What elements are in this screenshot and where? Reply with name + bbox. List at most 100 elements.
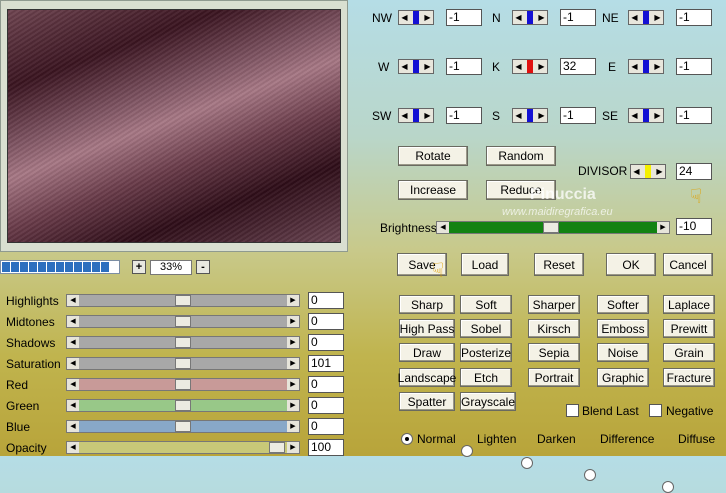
- random-button[interactable]: Random: [486, 146, 556, 166]
- filter-kirsch-button[interactable]: Kirsch: [528, 319, 580, 338]
- arrow-right-icon[interactable]: ▶: [422, 109, 433, 122]
- saturation-field[interactable]: 101: [308, 355, 344, 372]
- arrow-right-icon[interactable]: ▶: [287, 421, 299, 432]
- arrow-right-icon[interactable]: ▶: [287, 358, 299, 369]
- spinner-thumb[interactable]: [643, 60, 649, 73]
- spinner-thumb[interactable]: [527, 11, 533, 24]
- filter-high-pass-button[interactable]: High Pass: [399, 319, 455, 338]
- filter-laplace-button[interactable]: Laplace: [663, 295, 715, 314]
- kernel-spinner-se[interactable]: ◀ ▶: [628, 108, 664, 123]
- arrow-right-icon[interactable]: ▶: [287, 379, 299, 390]
- cancel-button[interactable]: Cancel: [663, 253, 713, 276]
- kernel-field-se[interactable]: -1: [676, 107, 712, 124]
- slider-knob[interactable]: [175, 295, 191, 306]
- filter-sharp-button[interactable]: Sharp: [399, 295, 455, 314]
- filter-portrait-button[interactable]: Portrait: [528, 368, 580, 387]
- saturation-slider[interactable]: ◀ ▶: [66, 357, 300, 370]
- kernel-field-sw[interactable]: -1: [446, 107, 482, 124]
- arrow-left-icon[interactable]: ◀: [399, 11, 410, 24]
- arrow-left-icon[interactable]: ◀: [67, 421, 79, 432]
- zoom-out-button[interactable]: -: [196, 260, 210, 274]
- slider-knob[interactable]: [175, 400, 191, 411]
- blue-slider[interactable]: ◀ ▶: [66, 420, 300, 433]
- slider-knob[interactable]: [268, 442, 285, 453]
- green-slider[interactable]: ◀ ▶: [66, 399, 300, 412]
- filter-spatter-button[interactable]: Spatter: [399, 392, 455, 411]
- filter-grain-button[interactable]: Grain: [663, 343, 715, 362]
- kernel-spinner-w[interactable]: ◀ ▶: [398, 59, 434, 74]
- arrow-right-icon[interactable]: ▶: [536, 60, 547, 73]
- arrow-right-icon[interactable]: ▶: [422, 11, 433, 24]
- arrow-right-icon[interactable]: ▶: [657, 222, 669, 233]
- difference-radio[interactable]: [584, 469, 596, 481]
- kernel-field-n[interactable]: -1: [560, 9, 596, 26]
- kernel-spinner-nw[interactable]: ◀ ▶: [398, 10, 434, 25]
- filter-softer-button[interactable]: Softer: [597, 295, 649, 314]
- kernel-field-e[interactable]: -1: [676, 58, 712, 75]
- arrow-left-icon[interactable]: ◀: [629, 11, 640, 24]
- arrow-right-icon[interactable]: ▶: [652, 60, 663, 73]
- filter-emboss-button[interactable]: Emboss: [597, 319, 649, 338]
- filter-sepia-button[interactable]: Sepia: [528, 343, 580, 362]
- slider-knob[interactable]: [175, 337, 191, 348]
- filter-fracture-button[interactable]: Fracture: [663, 368, 715, 387]
- kernel-field-nw[interactable]: -1: [446, 9, 482, 26]
- arrow-left-icon[interactable]: ◀: [513, 11, 524, 24]
- arrow-left-icon[interactable]: ◀: [513, 60, 524, 73]
- arrow-left-icon[interactable]: ◀: [399, 109, 410, 122]
- arrow-left-icon[interactable]: ◀: [67, 379, 79, 390]
- arrow-right-icon[interactable]: ▶: [536, 109, 547, 122]
- opacity-field[interactable]: 100: [308, 439, 344, 456]
- arrow-right-icon[interactable]: ▶: [287, 442, 299, 453]
- rotate-button[interactable]: Rotate: [398, 146, 468, 166]
- brightness-field[interactable]: -10: [676, 218, 712, 235]
- arrow-right-icon[interactable]: ▶: [287, 337, 299, 348]
- diffuse-radio[interactable]: [662, 481, 674, 493]
- filter-landscape-button[interactable]: Landscape: [398, 368, 456, 387]
- filter-sobel-button[interactable]: Sobel: [460, 319, 512, 338]
- arrow-left-icon[interactable]: ◀: [513, 109, 524, 122]
- ok-button[interactable]: OK: [606, 253, 656, 276]
- kernel-spinner-e[interactable]: ◀ ▶: [628, 59, 664, 74]
- slider-knob[interactable]: [175, 379, 191, 390]
- kernel-field-s[interactable]: -1: [560, 107, 596, 124]
- spinner-thumb[interactable]: [527, 109, 533, 122]
- increase-button[interactable]: Increase: [398, 180, 468, 200]
- kernel-field-w[interactable]: -1: [446, 58, 482, 75]
- spinner-thumb[interactable]: [643, 11, 649, 24]
- arrow-left-icon[interactable]: ◀: [67, 400, 79, 411]
- filter-noise-button[interactable]: Noise: [597, 343, 649, 362]
- filter-sharper-button[interactable]: Sharper: [528, 295, 580, 314]
- arrow-left-icon[interactable]: ◀: [631, 165, 642, 178]
- arrow-right-icon[interactable]: ▶: [287, 295, 299, 306]
- arrow-left-icon[interactable]: ◀: [399, 60, 410, 73]
- midtones-field[interactable]: 0: [308, 313, 344, 330]
- arrow-right-icon[interactable]: ▶: [287, 316, 299, 327]
- arrow-left-icon[interactable]: ◀: [67, 442, 79, 453]
- opacity-slider[interactable]: ◀ ▶: [66, 441, 300, 454]
- spinner-thumb[interactable]: [413, 11, 419, 24]
- kernel-field-k[interactable]: 32: [560, 58, 596, 75]
- filter-grayscale-button[interactable]: Grayscale: [460, 392, 516, 411]
- arrow-right-icon[interactable]: ▶: [287, 400, 299, 411]
- preview-image[interactable]: [7, 9, 341, 243]
- spinner-thumb[interactable]: [643, 109, 649, 122]
- spinner-thumb[interactable]: [413, 60, 419, 73]
- arrow-right-icon[interactable]: ▶: [652, 109, 663, 122]
- filter-soft-button[interactable]: Soft: [460, 295, 512, 314]
- arrow-left-icon[interactable]: ◀: [629, 60, 640, 73]
- slider-knob[interactable]: [175, 316, 191, 327]
- spinner-thumb[interactable]: [413, 109, 419, 122]
- zoom-in-button[interactable]: +: [132, 260, 146, 274]
- arrow-left-icon[interactable]: ◀: [437, 222, 449, 233]
- filter-draw-button[interactable]: Draw: [399, 343, 455, 362]
- spinner-thumb[interactable]: [645, 165, 651, 178]
- arrow-right-icon[interactable]: ▶: [654, 165, 665, 178]
- filter-graphic-button[interactable]: Graphic: [597, 368, 649, 387]
- blue-field[interactable]: 0: [308, 418, 344, 435]
- shadows-field[interactable]: 0: [308, 334, 344, 351]
- arrow-right-icon[interactable]: ▶: [422, 60, 433, 73]
- slider-knob[interactable]: [175, 358, 191, 369]
- negative-checkbox[interactable]: [649, 404, 662, 417]
- normal-radio[interactable]: [401, 433, 413, 445]
